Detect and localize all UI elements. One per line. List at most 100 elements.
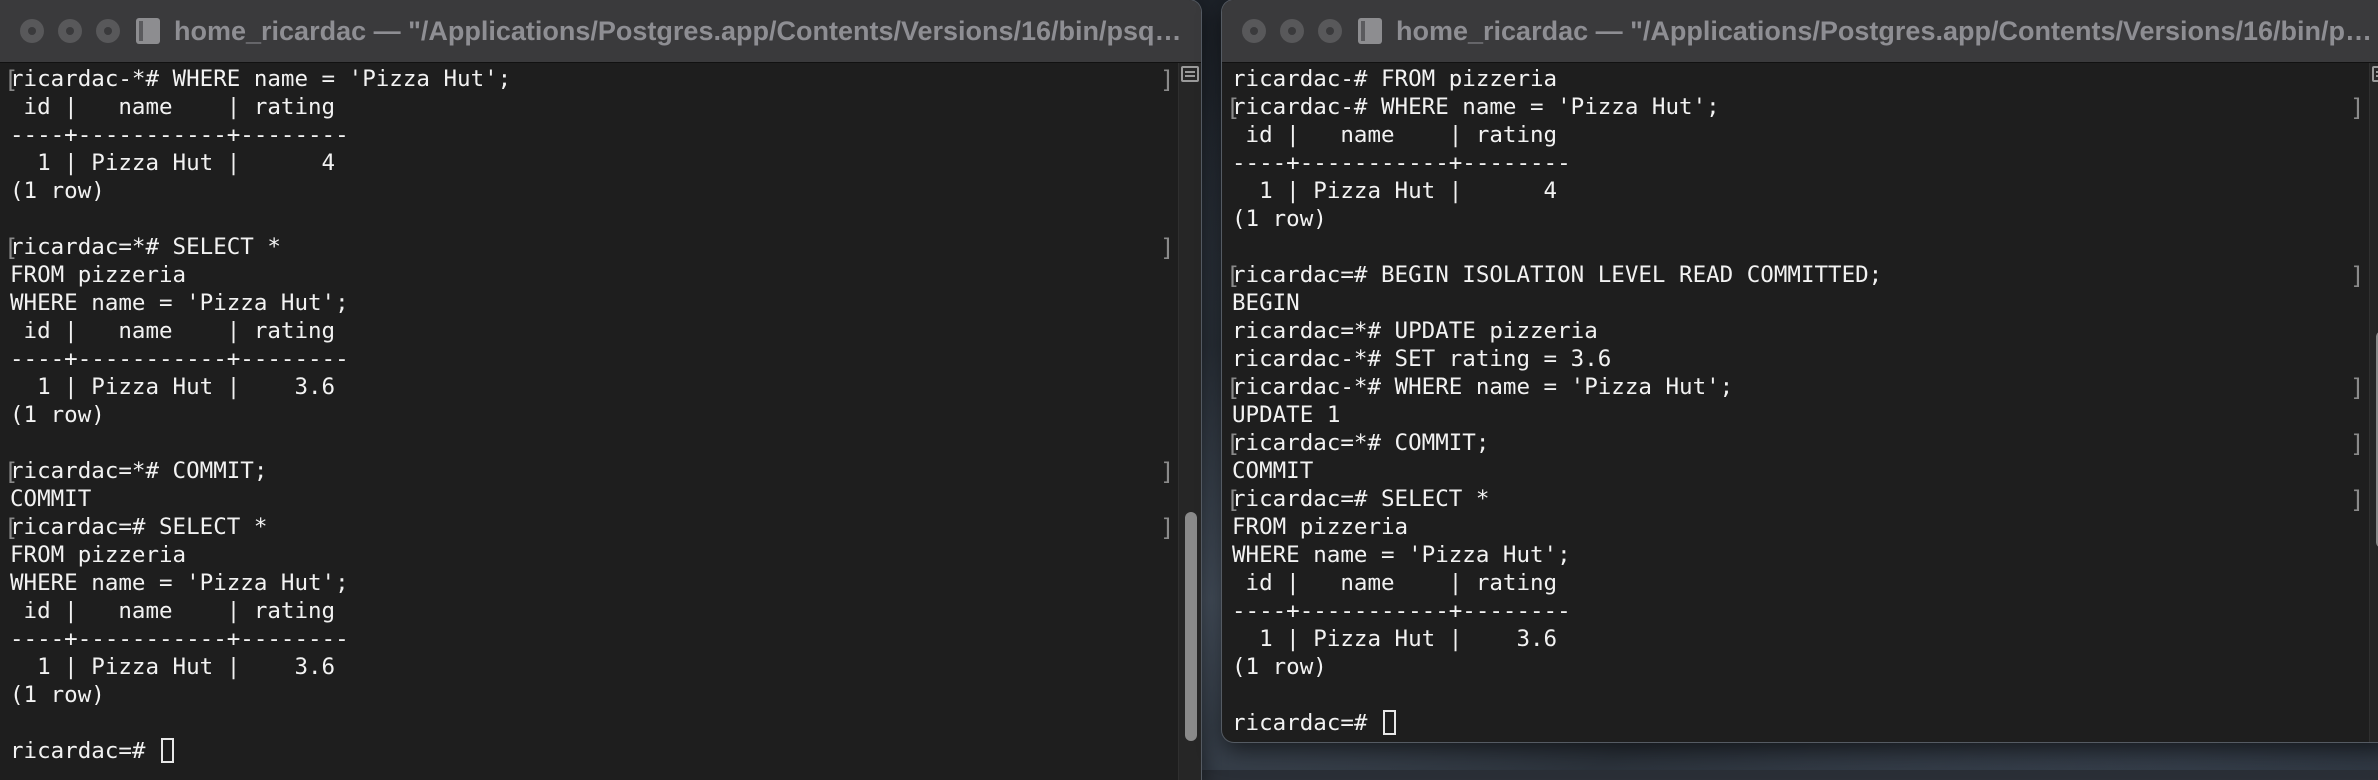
- terminal-line-text: BEGIN: [1232, 290, 1300, 316]
- window-titlebar[interactable]: home_ricardac — "/Applications/Postgres.…: [1222, 0, 2378, 63]
- minimize-icon[interactable]: [1280, 19, 1304, 43]
- terminal-line: [] ricardac-*# WHERE name = 'Pizza Hut';: [4, 65, 1179, 94]
- terminal-line-text: id | name | rating: [10, 94, 336, 120]
- terminal-line-text: ricardac-# WHERE name = 'Pizza Hut';: [1232, 94, 1720, 120]
- terminal-line: 1 | Pizza Hut | 3.6: [10, 373, 1179, 401]
- terminal-line-text: FROM pizzeria: [10, 542, 187, 568]
- window-controls: [1242, 19, 1342, 43]
- terminal-line-text: COMMIT: [1232, 458, 1314, 484]
- terminal-line-text: (1 row): [10, 682, 105, 708]
- terminal-line-text: id | name | rating: [1232, 122, 1558, 148]
- terminal-line: [] ricardac-# WHERE name = 'Pizza Hut';: [1226, 93, 2370, 122]
- terminal-line: id | name | rating: [1232, 121, 2370, 149]
- terminal-line: ----+-----------+--------: [10, 121, 1179, 149]
- terminal-line: (1 row): [10, 177, 1179, 205]
- close-icon[interactable]: [1242, 19, 1266, 43]
- terminal-line-text: ricardac=# BEGIN ISOLATION LEVEL READ CO…: [1232, 262, 1883, 288]
- terminal-line-text: ----+-----------+--------: [1232, 150, 1571, 176]
- terminal-line: FROM pizzeria: [10, 261, 1179, 289]
- terminal-line-text: id | name | rating: [10, 598, 336, 624]
- terminal-line-text: FROM pizzeria: [1232, 514, 1409, 540]
- prompt-text: ricardac=#: [10, 738, 160, 764]
- terminal-line: ----+-----------+--------: [10, 625, 1179, 653]
- scrollbar[interactable]: [2369, 63, 2378, 742]
- window-titlebar[interactable]: home_ricardac — "/Applications/Postgres.…: [0, 0, 1201, 63]
- split-pane-icon[interactable]: [2372, 66, 2378, 82]
- close-icon[interactable]: [20, 19, 44, 43]
- mark-bracket-right: ]: [2350, 374, 2365, 402]
- mark-bracket-right: ]: [1160, 514, 1175, 542]
- terminal-line-text: ricardac-*# WHERE name = 'Pizza Hut';: [1232, 374, 1734, 400]
- terminal-line-text: WHERE name = 'Pizza Hut';: [10, 570, 349, 596]
- mark-bracket-right: ]: [1160, 66, 1175, 94]
- text-cursor: [1383, 710, 1397, 735]
- mark-bracket-left: [: [4, 514, 19, 542]
- mark-bracket-left: [: [4, 458, 19, 486]
- mark-bracket-left: [: [1226, 430, 1241, 458]
- terminal-line: WHERE name = 'Pizza Hut';: [10, 289, 1179, 317]
- split-pane-icon[interactable]: [1181, 66, 1199, 82]
- terminal-line-text: ----+-----------+--------: [10, 346, 349, 372]
- terminal-line: id | name | rating: [10, 317, 1179, 345]
- terminal-output[interactable]: ricardac-# FROM pizzeria[] ricardac-# WHE…: [1222, 63, 2370, 742]
- terminal-line-text: ricardac=*# COMMIT;: [1232, 430, 1490, 456]
- terminal-line-text: ricardac-*# SET rating = 3.6: [1232, 346, 1612, 372]
- zoom-icon[interactable]: [96, 19, 120, 43]
- window-controls: [20, 19, 120, 43]
- terminal-line: ricardac-# FROM pizzeria: [1232, 65, 2370, 93]
- terminal-line: (1 row): [10, 681, 1179, 709]
- terminal-line: [] ricardac=*# COMMIT;: [4, 457, 1179, 486]
- scrollbar-thumb[interactable]: [1185, 512, 1197, 741]
- terminal-line: id | name | rating: [10, 93, 1179, 121]
- terminal-line: 1 | Pizza Hut | 4: [1232, 177, 2370, 205]
- terminal-line-text: ricardac=*# SELECT *: [10, 234, 281, 260]
- mark-bracket-left: [: [1226, 94, 1241, 122]
- terminal-line: COMMIT: [1232, 457, 2370, 485]
- terminal-line-text: ----+-----------+--------: [10, 122, 349, 148]
- prompt-text: ricardac=#: [1232, 710, 1382, 736]
- terminal-line: ----+-----------+--------: [1232, 597, 2370, 625]
- terminal-line-text: id | name | rating: [10, 318, 336, 344]
- mark-bracket-left: [: [1226, 262, 1241, 290]
- terminal-line-text: 1 | Pizza Hut | 3.6: [1232, 626, 1558, 652]
- terminal-line-text: UPDATE 1: [1232, 402, 1341, 428]
- terminal-line: [] ricardac=# BEGIN ISOLATION LEVEL READ …: [1226, 261, 2370, 290]
- folder-icon: [1358, 18, 1382, 44]
- terminal-line-text: ricardac=# SELECT *: [10, 514, 268, 540]
- prompt-line[interactable]: ricardac=#: [10, 737, 1179, 765]
- terminal-line: [] ricardac-*# WHERE name = 'Pizza Hut';: [1226, 373, 2370, 402]
- window-title: home_ricardac — "/Applications/Postgres.…: [1396, 15, 2378, 46]
- mark-bracket-left: [: [4, 66, 19, 94]
- terminal-line-text: ricardac=*# UPDATE pizzeria: [1232, 318, 1598, 344]
- terminal-line-text: WHERE name = 'Pizza Hut';: [10, 290, 349, 316]
- terminal-window-right[interactable]: home_ricardac — "/Applications/Postgres.…: [1222, 0, 2378, 742]
- terminal-window-left[interactable]: home_ricardac — "/Applications/Postgres.…: [0, 0, 1201, 780]
- terminal-line-text: (1 row): [1232, 654, 1327, 680]
- terminal-line: WHERE name = 'Pizza Hut';: [1232, 541, 2370, 569]
- terminal-line-text: COMMIT: [10, 486, 92, 512]
- terminal-line: (1 row): [1232, 653, 2370, 681]
- terminal-line: [] ricardac=*# SELECT *: [4, 233, 1179, 262]
- zoom-icon[interactable]: [1318, 19, 1342, 43]
- terminal-line-text: ricardac-# FROM pizzeria: [1232, 66, 1558, 92]
- terminal-line: ----+-----------+--------: [1232, 149, 2370, 177]
- terminal-line: id | name | rating: [1232, 569, 2370, 597]
- terminal-output[interactable]: [] ricardac-*# WHERE name = 'Pizza Hut'; …: [0, 63, 1179, 780]
- terminal-line-text: ----+-----------+--------: [1232, 598, 1571, 624]
- mark-bracket-left: [: [1226, 374, 1241, 402]
- terminal-line-text: ricardac=*# COMMIT;: [10, 458, 268, 484]
- terminal-line-text: ricardac=# SELECT *: [1232, 486, 1490, 512]
- scrollbar[interactable]: [1178, 63, 1201, 780]
- terminal-line: FROM pizzeria: [10, 541, 1179, 569]
- terminal-line: 1 | Pizza Hut | 3.6: [1232, 625, 2370, 653]
- prompt-line[interactable]: ricardac=#: [1232, 709, 2370, 737]
- terminal-line-text: 1 | Pizza Hut | 4: [1232, 178, 1558, 204]
- terminal-line: (1 row): [1232, 205, 2370, 233]
- mark-bracket-right: ]: [1160, 234, 1175, 262]
- minimize-icon[interactable]: [58, 19, 82, 43]
